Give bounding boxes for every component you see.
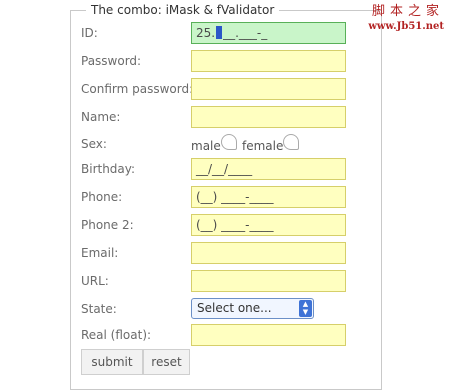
state-selected-value: Select one... [197, 301, 272, 315]
select-arrows-icon: ▲ ▼ [299, 300, 312, 317]
watermark-title: 脚本之家 [371, 4, 444, 19]
password-row: Password: [81, 50, 351, 74]
id-value-typed: 25. [196, 26, 216, 40]
birthday-label: Birthday: [81, 162, 136, 176]
confirm-password-label: Confirm password: [81, 82, 194, 96]
reset-button[interactable]: reset [143, 349, 190, 375]
url-input[interactable] [191, 270, 346, 292]
female-radio[interactable] [283, 134, 299, 150]
real-float-input[interactable] [191, 324, 346, 346]
phone2-row: Phone 2: (__) ____-____ [81, 214, 351, 238]
password-label: Password: [81, 54, 142, 68]
url-row: URL: [81, 270, 351, 294]
site-watermark: 脚本之家 www.Jb51.net [368, 4, 444, 34]
phone2-label: Phone 2: [81, 218, 134, 232]
email-row: Email: [81, 242, 351, 266]
state-label: State: [81, 302, 117, 316]
id-input[interactable]: 25. __.___-_ [191, 22, 346, 44]
phone-row: Phone: (__) ____-____ [81, 186, 351, 210]
name-row: Name: [81, 106, 351, 130]
phone2-input[interactable]: (__) ____-____ [191, 214, 346, 236]
real-float-row: Real (float): [81, 324, 351, 348]
id-value-mask: __.___-_ [223, 26, 268, 40]
name-input[interactable] [191, 106, 346, 128]
phone-input[interactable]: (__) ____-____ [191, 186, 346, 208]
password-input[interactable] [191, 50, 346, 72]
submit-button[interactable]: submit [81, 349, 143, 375]
female-label: female [242, 139, 284, 153]
url-label: URL: [81, 274, 109, 288]
real-float-label: Real (float): [81, 328, 152, 342]
male-radio[interactable] [221, 134, 237, 150]
phone-label: Phone: [81, 190, 123, 204]
watermark-url: www.Jb51.net [368, 21, 444, 32]
birthday-input[interactable]: __/__/____ [191, 158, 346, 180]
id-label: ID: [81, 26, 98, 40]
email-label: Email: [81, 246, 119, 260]
state-row: State: Select one... ▲ ▼ [81, 298, 351, 322]
confirm-password-row: Confirm password: [81, 78, 351, 102]
confirm-password-input[interactable] [191, 78, 346, 100]
form-legend: The combo: iMask & fValidator [86, 3, 280, 18]
name-label: Name: [81, 110, 121, 124]
state-select[interactable]: Select one... ▲ ▼ [191, 298, 314, 319]
text-cursor [216, 26, 223, 39]
sex-row: Sex: male female [81, 133, 351, 157]
email-input[interactable] [191, 242, 346, 264]
birthday-row: Birthday: __/__/____ [81, 158, 351, 182]
male-label: male [191, 139, 221, 153]
id-row: ID: 25. __.___-_ [81, 22, 351, 46]
sex-label: Sex: [81, 137, 107, 151]
